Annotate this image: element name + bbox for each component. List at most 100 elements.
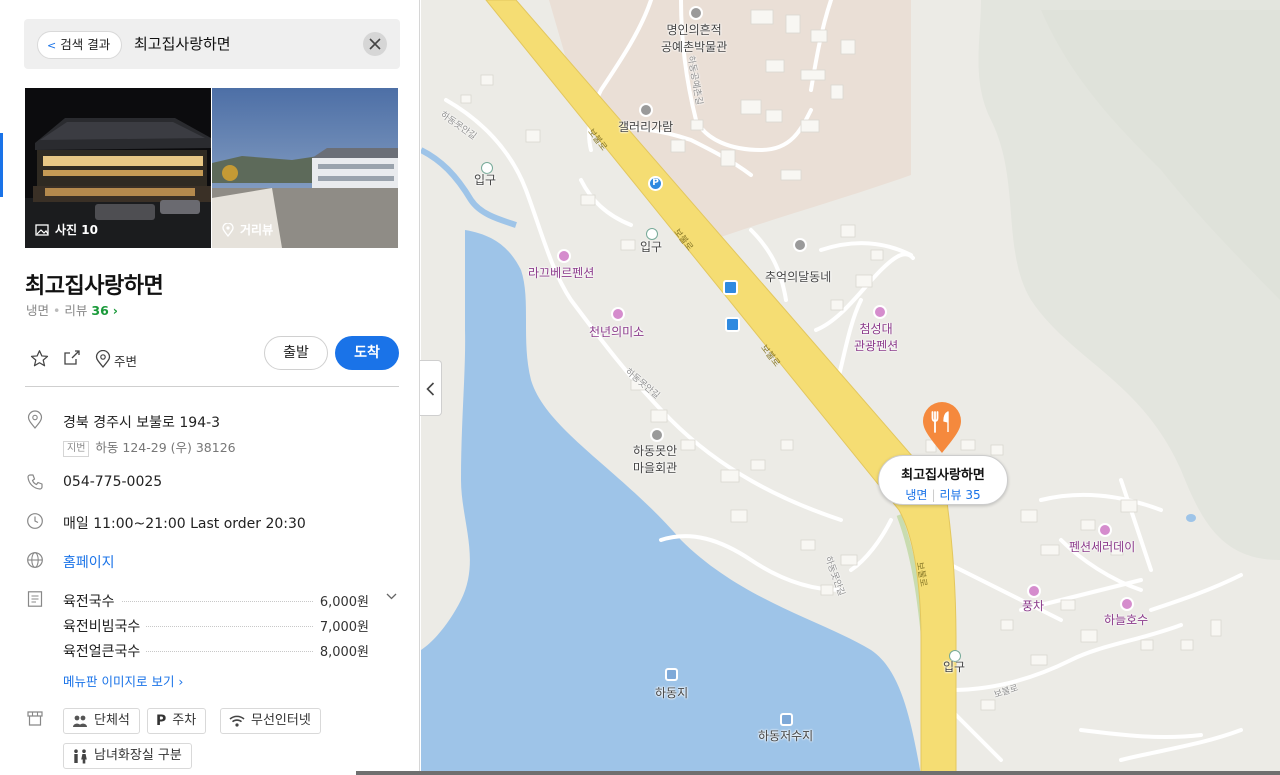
- review-count: 36: [91, 303, 109, 318]
- facility-tag-parking: P 주차: [147, 708, 207, 734]
- panel-edge-indicator: [0, 133, 3, 197]
- facility-tag-restroom: 남녀화장실 구분: [63, 743, 192, 769]
- menu-image-link[interactable]: 메뉴판 이미지로 보기 ›: [63, 671, 183, 690]
- jibun-address-text: 하동 124-29 (우) 38126: [95, 440, 236, 455]
- nearby-label[interactable]: 주변: [114, 351, 137, 370]
- hall-marker[interactable]: [650, 428, 664, 442]
- place-subtitle: 냉면 • 리뷰 36 ›: [26, 300, 118, 319]
- map-label-hall: 하동못안 마을회관: [633, 443, 677, 477]
- map-canvas[interactable]: P 명인의흔적 공예촌박물관 갤러리가람 입구 입구 라끄베르펜션 추억의달동네…: [421, 0, 1280, 775]
- parking-marker[interactable]: P: [648, 176, 663, 191]
- lodging-marker[interactable]: [873, 305, 887, 319]
- business-hours: 매일 11:00~21:00 Last order 20:30: [63, 516, 306, 532]
- share-button[interactable]: [63, 349, 81, 371]
- photo-icon: [35, 223, 49, 236]
- menu-item-name: 육전얼큰국수: [63, 641, 147, 661]
- place-photo-thumbnail[interactable]: 사진 10: [25, 88, 211, 248]
- selected-place-pin[interactable]: [920, 402, 964, 458]
- menu-expand-button[interactable]: [386, 590, 397, 603]
- gallery-marker[interactable]: [639, 103, 653, 117]
- wifi-icon: [229, 715, 245, 727]
- menu-item: 육전비빔국수 7,000원: [63, 616, 369, 636]
- map-label-cheonnyeon: 천년의미소: [589, 325, 645, 339]
- map-label-reservoir: 하동저수지: [758, 729, 814, 743]
- separator: |: [931, 488, 936, 502]
- museum-marker[interactable]: [689, 6, 703, 20]
- close-icon: [369, 38, 381, 50]
- museum-label-text: 명인의흔적 공예촌박물관: [661, 23, 728, 54]
- map-label-haneul: 하늘호수: [1104, 613, 1149, 627]
- street-view-label: 거리뷰: [222, 221, 273, 238]
- attraction-marker[interactable]: [793, 238, 807, 252]
- chevron-right-icon: ›: [112, 303, 118, 318]
- map-label-cheomseongdae: 첨성대 관광펜션: [854, 321, 898, 355]
- location-pin-icon: [222, 222, 234, 237]
- location-pin-icon: [26, 410, 44, 434]
- menu-item-name: 육전국수: [63, 591, 121, 611]
- clear-search-button[interactable]: [363, 32, 387, 56]
- review-link[interactable]: 리뷰 36 ›: [64, 303, 118, 318]
- selected-place-callout[interactable]: 최고집사랑하면 냉면 | 리뷰 35: [878, 455, 1008, 505]
- search-query-input[interactable]: 최고집사랑하면: [134, 33, 231, 54]
- share-icon: [64, 350, 80, 365]
- place-detail-panel: < 검색 결과 최고집사랑하면 사진 10 거리뷰 최고집사랑하면 냉면 • 리…: [0, 0, 420, 775]
- map-label-hadongji: 하동지: [655, 686, 689, 700]
- jibun-tag: 지번: [63, 441, 90, 457]
- address-text: 경북 경주시 보불로 194-3: [63, 415, 221, 431]
- globe-icon: [26, 551, 44, 573]
- group-icon: [73, 715, 87, 727]
- collapse-panel-button[interactable]: [420, 360, 442, 416]
- map-label-lapver: 라끄베르펜션: [528, 266, 595, 280]
- callout-title: 최고집사랑하면: [901, 468, 985, 483]
- favorite-button[interactable]: [30, 349, 49, 372]
- phone-number[interactable]: 054-775-0025: [63, 474, 162, 490]
- callout-category: 냉면: [905, 488, 928, 502]
- set-arrival-button[interactable]: 도착: [335, 336, 399, 370]
- back-to-results-button[interactable]: < 검색 결과: [37, 31, 123, 59]
- clock-icon: [26, 512, 44, 534]
- lodging-marker[interactable]: [557, 249, 571, 263]
- callout-reviews[interactable]: 리뷰 35: [939, 488, 980, 502]
- section-divider: [25, 386, 399, 387]
- facility-label: 주차: [172, 713, 197, 728]
- lake-marker[interactable]: [665, 668, 678, 681]
- facility-label: 남녀화장실 구분: [94, 748, 182, 763]
- menu-item-price: 8,000원: [313, 641, 369, 660]
- photo-count-text: 사진 10: [55, 223, 98, 237]
- map-app: < 검색 결과 최고집사랑하면 사진 10 거리뷰 최고집사랑하면 냉면 • 리…: [0, 0, 1280, 775]
- set-departure-button[interactable]: 출발: [264, 336, 328, 370]
- hall-label-text: 하동못안 마을회관: [633, 444, 678, 475]
- chevron-left-icon: <: [47, 39, 57, 52]
- photo-count-label: 사진 10: [35, 221, 98, 238]
- back-to-results-label: 검색 결과: [60, 37, 111, 52]
- nearby-button[interactable]: [94, 349, 112, 372]
- map-label-entrance: 입구: [943, 660, 966, 674]
- phone-icon: [26, 473, 44, 495]
- cheomseongdae-label-text: 첨성대 관광펜션: [854, 322, 899, 353]
- restaurant-pin-icon: [923, 402, 961, 453]
- facility-label: 단체석: [94, 713, 130, 728]
- street-view-thumbnail[interactable]: 거리뷰: [212, 88, 398, 248]
- lodging-marker[interactable]: [1120, 597, 1134, 611]
- map-base-layer: [421, 0, 1280, 775]
- menu-item: 육전국수 6,000원: [63, 591, 369, 611]
- lodging-marker[interactable]: [1027, 584, 1041, 598]
- lodging-marker[interactable]: [1098, 523, 1112, 537]
- menu-item-price: 6,000원: [313, 591, 369, 610]
- homepage-link[interactable]: 홈페이지: [63, 552, 115, 572]
- menu-item-name: 육전비빔국수: [63, 616, 147, 636]
- star-icon: [30, 350, 49, 367]
- bus-stop-marker[interactable]: [723, 280, 738, 295]
- lake-marker[interactable]: [780, 713, 793, 726]
- menu-item-price: 7,000원: [313, 616, 369, 635]
- location-pin-icon: [95, 349, 111, 369]
- chevron-left-icon: [426, 382, 435, 396]
- facility-tag-group-seating: 단체석: [63, 708, 140, 734]
- facility-label: 무선인터넷: [251, 713, 311, 728]
- store-icon: [26, 709, 44, 731]
- parking-icon: P: [156, 713, 167, 729]
- bus-stop-marker[interactable]: [725, 317, 740, 332]
- lodging-marker[interactable]: [611, 307, 625, 321]
- map-label-pension-sera: 펜션세러데이: [1069, 540, 1136, 554]
- menu-icon: [26, 590, 44, 612]
